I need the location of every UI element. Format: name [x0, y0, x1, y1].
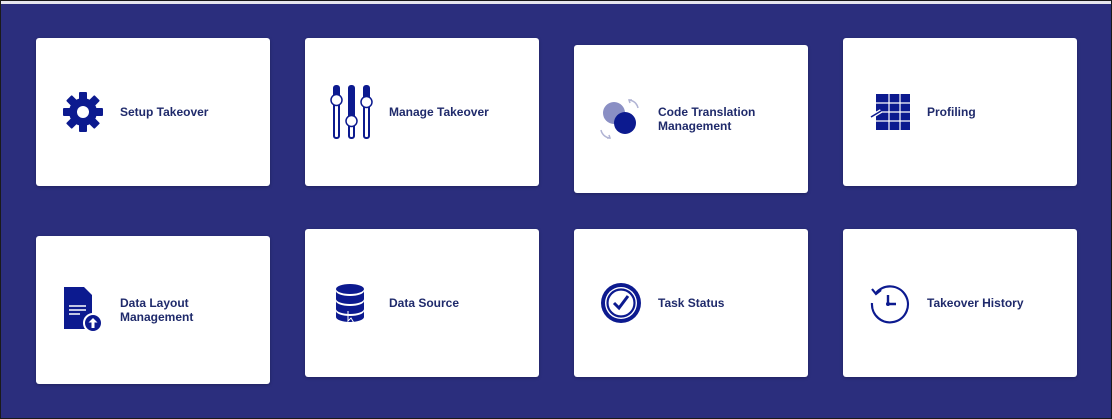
database-icon [327, 278, 377, 328]
tile-label: Data Layout Management [120, 296, 194, 324]
tile-label: Data Source [389, 296, 460, 310]
tile-label: Takeover History [927, 296, 1024, 310]
dashboard-panel: Setup Takeover Manage Takeover Code Tran… [0, 0, 1112, 419]
tile-setup-takeover[interactable]: Setup Takeover [36, 38, 270, 186]
gear-icon [58, 87, 108, 137]
code-translation-icon [596, 94, 646, 144]
tile-data-layout-management[interactable]: Data Layout Management [36, 236, 270, 384]
tile-code-translation-management[interactable]: Code Translation Management [574, 45, 808, 193]
tile-label: Code Translation Management [658, 105, 756, 133]
tile-task-status[interactable]: Task Status [574, 229, 808, 377]
tile-takeover-history[interactable]: Takeover History [843, 229, 1077, 377]
tile-manage-takeover[interactable]: Manage Takeover [305, 38, 539, 186]
table-profile-icon [865, 87, 915, 137]
top-border [1, 1, 1111, 4]
tile-data-source[interactable]: Data Source [305, 229, 539, 377]
tile-label: Task Status [658, 296, 725, 310]
document-upload-icon [58, 285, 108, 335]
history-icon [865, 278, 915, 328]
tile-label: Setup Takeover [120, 105, 209, 119]
check-circle-icon [596, 278, 646, 328]
tile-profiling[interactable]: Profiling [843, 38, 1077, 186]
tile-label: Profiling [927, 105, 976, 119]
sliders-icon [327, 85, 377, 139]
tile-label: Manage Takeover [389, 105, 489, 119]
